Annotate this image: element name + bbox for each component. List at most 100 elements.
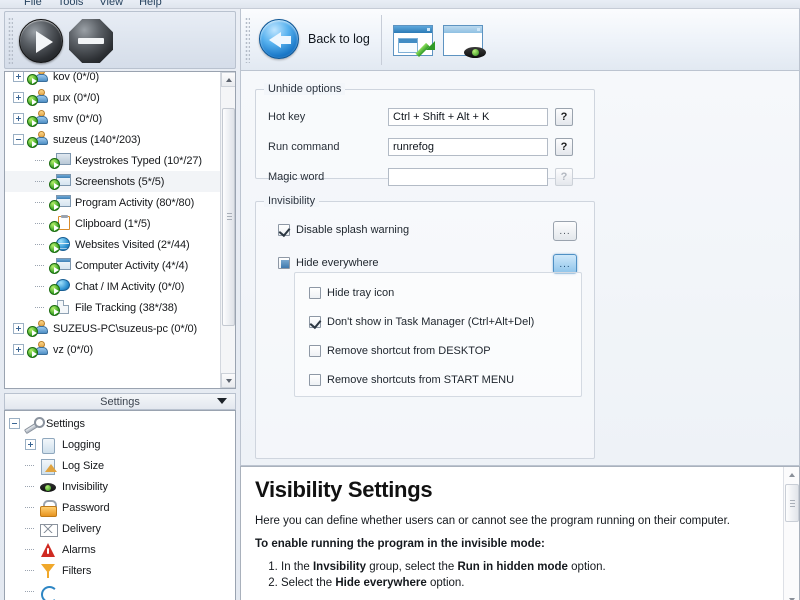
user-tree-row[interactable]: Clipboard (1*/5) (5, 213, 221, 234)
help-content: Visibility Settings Here you can define … (241, 467, 783, 600)
expand-icon[interactable] (13, 72, 24, 82)
user-tree-row[interactable]: smv (0*/0) (5, 108, 221, 129)
settings-tree-row[interactable]: Alarms (5, 539, 221, 560)
restore-window-icon[interactable] (391, 23, 437, 59)
invisibility-group: Invisibility Disable splash warning ... … (255, 195, 595, 459)
user-tree-row[interactable]: kov (0*/0) (5, 72, 221, 87)
expand-icon[interactable] (13, 92, 24, 103)
hide-everywhere-checkbox[interactable] (278, 257, 290, 269)
user-tree-row[interactable]: Computer Activity (4*/4) (5, 255, 221, 276)
invisibility-settings-form: Unhide options Hot key Ctrl + Shift + Al… (240, 71, 800, 512)
monitoring-toolbar (4, 11, 236, 69)
remove-desktop-shortcut-checkbox[interactable] (309, 345, 321, 357)
magic-word-input[interactable] (388, 168, 548, 186)
toolbar-grip[interactable] (8, 17, 13, 65)
user-tree-row[interactable]: pux (0*/0) (5, 87, 221, 108)
disable-splash-options-button[interactable]: ... (553, 221, 577, 241)
scroll-up-arrow-icon[interactable] (221, 72, 235, 87)
menu-item-file[interactable]: File (24, 0, 42, 8)
magic-word-label: Magic word (268, 171, 325, 183)
user-tree-row[interactable]: Websites Visited (2*/44) (5, 234, 221, 255)
remove-desktop-shortcut-row[interactable]: Remove shortcut from DESKTOP (309, 345, 491, 357)
run-command-help-button[interactable]: ? (555, 138, 573, 156)
toolbar-separator (381, 15, 382, 65)
user-tree-row[interactable]: vz (0*/0) (5, 339, 221, 360)
user-tree-row[interactable]: Program Activity (80*/80) (5, 192, 221, 213)
disable-splash-warning-row[interactable]: Disable splash warning (278, 224, 409, 236)
settings-tree-row-label: Alarms (62, 543, 96, 556)
collapse-icon[interactable] (9, 418, 20, 429)
menu-item-help[interactable]: Help (139, 0, 162, 8)
settings-tree-row-label: Logging (62, 438, 101, 451)
settings-tree-row[interactable]: Filters (5, 560, 221, 581)
user-tree-row[interactable]: Screenshots (5*/5) (5, 171, 221, 192)
stop-button[interactable] (69, 19, 113, 63)
disable-splash-warning-checkbox[interactable] (278, 224, 290, 236)
user-tree-row[interactable]: SUZEUS-PC\suzeus-pc (0*/0) (5, 318, 221, 339)
settings-tree-row[interactable]: Delivery (5, 518, 221, 539)
run-command-input[interactable]: runrefog (388, 138, 548, 156)
hide-everywhere-options-button[interactable]: ... (553, 254, 577, 274)
settings-tree-row[interactable] (5, 581, 221, 600)
settings-tree-row[interactable]: Logging (5, 434, 221, 455)
hide-task-manager-row[interactable]: Don't show in Task Manager (Ctrl+Alt+Del… (309, 316, 534, 328)
user-tree-row[interactable]: Chat / IM Activity (0*/0) (5, 276, 221, 297)
scroll-down-arrow-icon[interactable] (221, 373, 235, 388)
magic-word-help-button[interactable]: ? (555, 168, 573, 186)
menu-item-tools[interactable]: Tools (58, 0, 84, 8)
user-tree-panel: kov (0*/0) pux (0*/0) smv (0*/0) suzeus (14… (4, 71, 236, 389)
program-window-icon (49, 194, 71, 211)
back-to-log-button[interactable]: Back to log (259, 15, 370, 63)
globe-icon (49, 236, 71, 253)
invisibility-caption: Invisibility (264, 195, 320, 207)
unhide-options-group: Unhide options Hot key Ctrl + Shift + Al… (255, 83, 595, 186)
settings-tree-row[interactable]: Password (5, 497, 221, 518)
help-scrollbar[interactable] (783, 467, 799, 600)
help-scroll-up-arrow-icon[interactable] (784, 467, 799, 483)
settings-tree-row[interactable]: Invisibility (5, 476, 221, 497)
user-tree[interactable]: kov (0*/0) pux (0*/0) smv (0*/0) suzeus (14… (5, 72, 221, 360)
play-button[interactable] (19, 19, 63, 63)
hide-everywhere-row[interactable]: Hide everywhere (278, 257, 379, 269)
settings-tree-row-label: Delivery (62, 522, 101, 535)
hide-tray-icon-checkbox[interactable] (309, 287, 321, 299)
settings-header-label: Settings (100, 395, 140, 408)
tree-line (35, 155, 46, 166)
menu-item-view[interactable]: View (99, 0, 123, 8)
settings-tree-panel: Settings Logging Log Size Invisibility Passw… (4, 410, 236, 600)
lock-icon (39, 499, 57, 517)
help-scrollbar-thumb[interactable] (785, 484, 799, 522)
main-toolbar-grip[interactable] (245, 17, 250, 63)
expand-icon[interactable] (25, 439, 36, 450)
user-tree-row[interactable]: File Tracking (38*/38) (5, 297, 221, 318)
hide-tray-icon-label: Hide tray icon (327, 287, 395, 299)
settings-tree-row[interactable]: Log Size (5, 455, 221, 476)
hot-key-help-button[interactable]: ? (555, 108, 573, 126)
clipboard-icon (49, 215, 71, 232)
hide-task-manager-checkbox[interactable] (309, 316, 321, 328)
remove-start-menu-shortcut-row[interactable]: Remove shortcuts from START MENU (309, 374, 514, 386)
logsize-icon (39, 458, 57, 475)
expand-icon[interactable] (13, 113, 24, 124)
expand-icon[interactable] (13, 323, 24, 334)
settings-section-header[interactable]: Settings (4, 393, 236, 410)
chevron-down-icon[interactable] (217, 398, 227, 404)
user-tree-row-label: Websites Visited (2*/44) (75, 238, 190, 251)
collapse-icon[interactable] (13, 134, 24, 145)
settings-tree-row[interactable]: Settings (5, 413, 221, 434)
left-panel: kov (0*/0) pux (0*/0) smv (0*/0) suzeus (14… (0, 9, 240, 600)
help-scroll-down-arrow-icon[interactable] (784, 592, 799, 600)
help-step: In the Invsibility group, select the Run… (281, 561, 769, 573)
hot-key-input[interactable]: Ctrl + Shift + Alt + K (388, 108, 548, 126)
user-tree-row[interactable]: suzeus (140*/203) (5, 129, 221, 150)
user-tree-row[interactable]: Keystrokes Typed (10*/27) (5, 150, 221, 171)
remove-start-menu-shortcut-checkbox[interactable] (309, 374, 321, 386)
hide-window-eye-icon[interactable] (441, 23, 487, 59)
settings-tree[interactable]: Settings Logging Log Size Invisibility Passw… (5, 413, 221, 600)
expand-icon[interactable] (13, 344, 24, 355)
settings-tree-row-label: Filters (62, 564, 92, 577)
hide-tray-icon-row[interactable]: Hide tray icon (309, 287, 394, 299)
tree-line (25, 460, 36, 471)
user-tree-scrollbar[interactable] (220, 72, 235, 388)
scrollbar-thumb[interactable] (222, 108, 235, 326)
